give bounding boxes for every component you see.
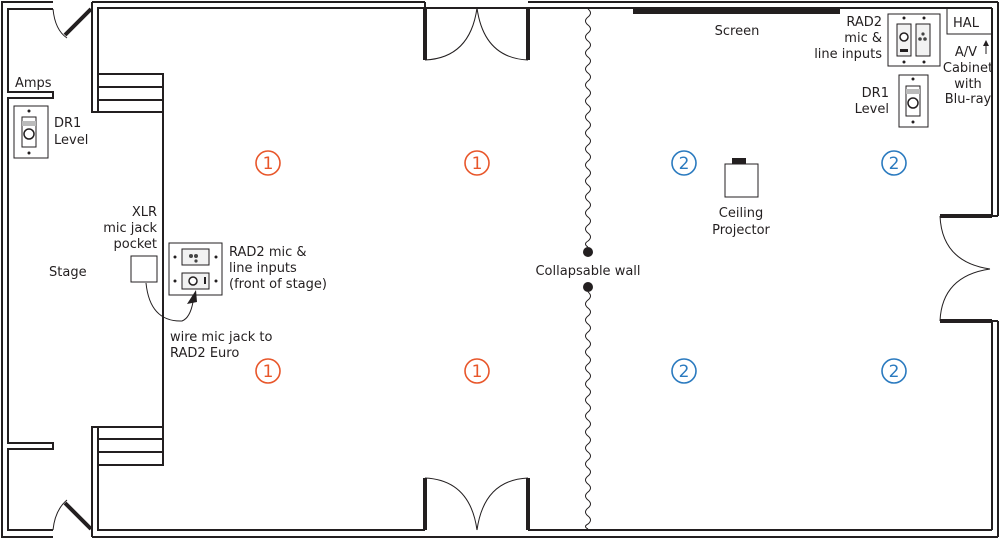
rad2-right-label-line1: RAD2 xyxy=(846,15,882,30)
svg-text:2: 2 xyxy=(889,154,900,174)
xlr-label-line2: mic jack xyxy=(103,221,157,236)
hal-label: HAL xyxy=(953,16,980,31)
rad2-front-label-line1: RAD2 mic & xyxy=(229,245,307,260)
svg-text:2: 2 xyxy=(679,154,690,174)
projector-label-line1: Ceiling xyxy=(719,206,763,221)
stage-label: Stage xyxy=(49,265,87,280)
volume-knob-icon xyxy=(907,97,919,109)
av-cabinet-line4: Blu-ray xyxy=(945,92,992,107)
zone2-marker: 2 xyxy=(881,358,907,384)
volume-knob-icon xyxy=(23,128,35,140)
zone2-marker: 2 xyxy=(671,358,697,384)
collapsable-wall: Collapsable wall xyxy=(535,8,641,530)
arrowhead-icon xyxy=(187,290,197,304)
svg-text:2: 2 xyxy=(889,362,900,382)
av-cabinet-line1: A/V xyxy=(955,45,977,60)
projector-lens-icon xyxy=(732,158,746,164)
rad2-front-label-line2: line inputs xyxy=(229,261,297,276)
bottom-double-door xyxy=(423,477,998,538)
rad2-right-device: RAD2 mic & line inputs xyxy=(814,13,941,67)
collapsable-wall-label: Collapsable wall xyxy=(535,264,640,279)
zone1-marker: 1 xyxy=(255,358,281,384)
zone1-marker: 1 xyxy=(464,358,490,384)
arrow-up-icon xyxy=(983,40,989,46)
svg-text:2: 2 xyxy=(679,362,690,382)
floor-plan: Collapsable wall Screen Ceiling Projecto… xyxy=(1,1,999,538)
zone1-marker: 1 xyxy=(255,150,281,176)
rad2-right-label-line2: mic & xyxy=(844,31,882,46)
zone1-marker: 1 xyxy=(464,150,490,176)
jack-pocket-icon xyxy=(130,255,158,283)
projector-label-line2: Projector xyxy=(712,223,770,238)
hal-cabinet: HAL A/V Cabinet with Blu-ray xyxy=(943,8,993,107)
dr1-right-label-line2: Level xyxy=(855,102,889,117)
dr1-right-label-line1: DR1 xyxy=(862,86,889,101)
projection-screen: Screen xyxy=(633,9,840,39)
wall-pivot-top xyxy=(583,247,593,257)
zone2-marker: 2 xyxy=(881,150,907,176)
dr1-left-label-line1: DR1 xyxy=(54,116,81,131)
dr1-left-device: DR1 Level xyxy=(13,105,88,159)
amps-label: Amps xyxy=(15,76,52,91)
rad2-wallplate-icon xyxy=(887,13,941,67)
zone2-marker: 2 xyxy=(671,150,697,176)
av-cabinet-line2: Cabinet xyxy=(943,61,993,76)
svg-text:1: 1 xyxy=(263,154,274,174)
dr1-left-label-line2: Level xyxy=(54,133,88,148)
ceiling-projector: Ceiling Projector xyxy=(712,158,771,238)
rad2-right-label-line3: line inputs xyxy=(814,47,882,62)
wire-note-line2: RAD2 Euro xyxy=(170,346,239,361)
av-cabinet-line3: with xyxy=(954,77,982,92)
rad2-front-label-line3: (front of stage) xyxy=(229,277,327,292)
dr1-right-device: DR1 Level xyxy=(855,74,929,128)
wire-note-line1: wire mic jack to xyxy=(170,330,272,345)
svg-text:1: 1 xyxy=(472,362,483,382)
xlr-label-line1: XLR xyxy=(132,205,157,220)
screen-label: Screen xyxy=(715,24,760,39)
wall-pivot-bottom xyxy=(583,282,593,292)
xlr-mic-jack-pocket: XLR mic jack pocket xyxy=(103,205,158,283)
stage-door-top xyxy=(52,7,93,39)
xlr-input-icon xyxy=(188,276,198,286)
svg-text:1: 1 xyxy=(263,362,274,382)
stage-door-bottom xyxy=(52,499,93,531)
xlr-label-line3: pocket xyxy=(113,237,157,252)
rad2-front-device: RAD2 mic & line inputs (front of stage) xyxy=(168,242,327,296)
svg-text:1: 1 xyxy=(472,154,483,174)
xlr-input-icon xyxy=(899,32,909,42)
projector-icon xyxy=(724,163,759,198)
